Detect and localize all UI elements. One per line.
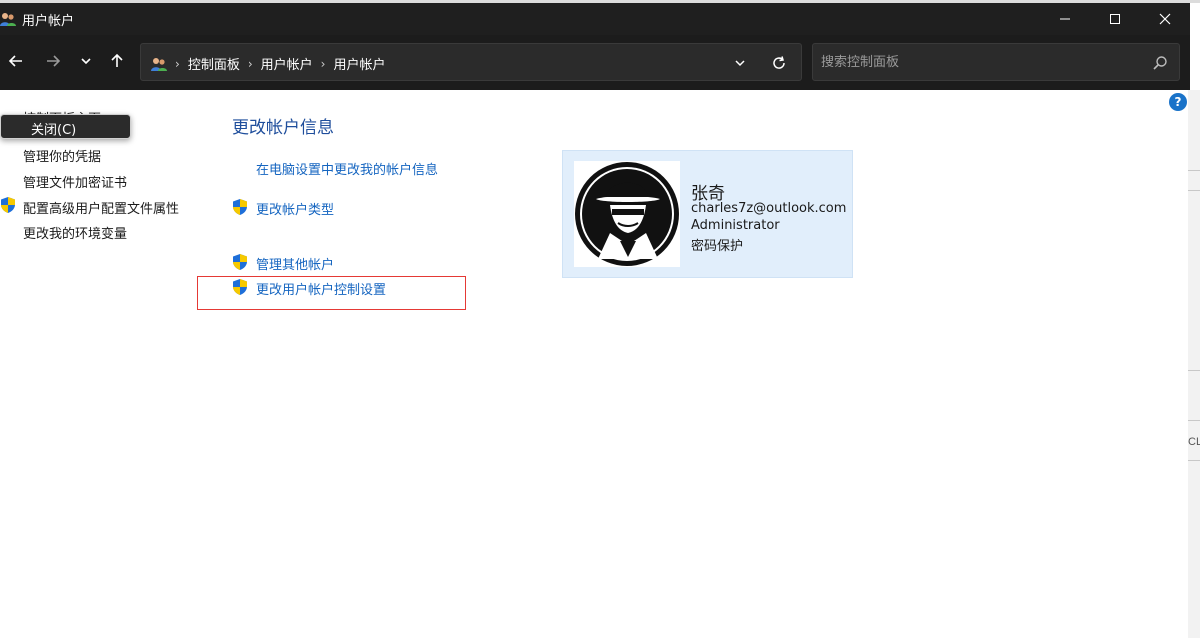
close-icon [1159, 13, 1171, 25]
task-link-manage-other-accounts[interactable]: 管理其他帐户 [256, 254, 334, 273]
fragment-line [1188, 170, 1200, 171]
page-title: 更改帐户信息 [232, 118, 334, 138]
uac-shield-icon [233, 254, 247, 270]
sidebar-item-encryption-certificates[interactable]: 管理文件加密证书 [23, 172, 127, 191]
chevron-down-icon [735, 60, 745, 67]
close-button[interactable] [1140, 3, 1190, 35]
refresh-button[interactable] [769, 53, 789, 73]
maximize-icon [1110, 14, 1120, 24]
breadcrumb-item-user-accounts[interactable]: 用户帐户 [261, 54, 313, 73]
fragment-text: CL [1188, 436, 1200, 448]
background-window-fragment: CL [1188, 90, 1200, 638]
back-button[interactable] [4, 49, 28, 73]
highlight-annotation-box [197, 276, 466, 310]
fragment-line [1188, 370, 1200, 371]
help-button[interactable]: ? [1169, 93, 1187, 111]
breadcrumb-separator-icon: › [320, 56, 326, 71]
fragment-line [1188, 420, 1200, 421]
task-link-change-account-type[interactable]: 更改帐户类型 [256, 199, 334, 218]
window-title: 用户帐户 [22, 14, 75, 29]
up-button[interactable] [105, 49, 129, 73]
sidebar-item-advanced-profile[interactable]: 配置高级用户配置文件属性 [23, 198, 179, 217]
recent-locations-button[interactable] [74, 49, 98, 73]
minimize-button[interactable] [1040, 3, 1090, 35]
account-role: Administrator [691, 218, 780, 233]
breadcrumb-separator-icon: › [247, 56, 253, 71]
address-history-button[interactable] [731, 54, 749, 72]
arrow-up-icon [111, 53, 123, 67]
close-tooltip: 关闭(C) [0, 114, 131, 139]
arrow-left-icon [8, 55, 22, 67]
uac-shield-icon [233, 199, 247, 215]
help-icon: ? [1174, 95, 1182, 109]
sidebar-item-environment-variables[interactable]: 更改我的环境变量 [23, 223, 127, 242]
sidebar-item-manage-credentials[interactable]: 管理你的凭据 [23, 146, 101, 165]
account-email: charles7z@outlook.com [691, 201, 847, 216]
minimize-icon [1060, 18, 1070, 20]
task-link-pc-settings[interactable]: 在电脑设置中更改我的帐户信息 [256, 159, 438, 178]
uac-shield-icon [1, 197, 15, 213]
tooltip-label: 关闭(C) [31, 123, 77, 138]
address-bar[interactable]: › 控制面板 › 用户帐户 › 用户帐户 [140, 43, 802, 81]
search-input[interactable] [821, 52, 1141, 72]
maximize-button[interactable] [1090, 3, 1140, 35]
breadcrumb-item-control-panel[interactable]: 控制面板 [188, 54, 240, 73]
breadcrumb-separator-icon: › [175, 56, 180, 71]
arrow-right-icon [47, 55, 61, 67]
fragment-line [1188, 190, 1200, 191]
search-box[interactable] [812, 43, 1180, 81]
breadcrumb-item-current[interactable]: 用户帐户 [333, 54, 385, 73]
users-icon [151, 57, 167, 71]
navigation-bar: › 控制面板 › 用户帐户 › 用户帐户 [0, 35, 1190, 90]
forward-button[interactable] [41, 49, 65, 73]
refresh-icon [773, 56, 785, 69]
fragment-line [1188, 460, 1200, 461]
account-card: 张奇 charles7z@outlook.com Administrator 密… [562, 150, 853, 278]
account-protection-status: 密码保护 [691, 239, 744, 254]
users-icon [0, 13, 16, 26]
avatar[interactable] [574, 161, 680, 267]
breadcrumb: › 控制面板 › 用户帐户 › 用户帐户 [151, 54, 385, 73]
title-bar: 用户帐户 [0, 3, 1190, 35]
search-icon [1153, 56, 1167, 70]
chevron-down-icon [81, 58, 91, 65]
